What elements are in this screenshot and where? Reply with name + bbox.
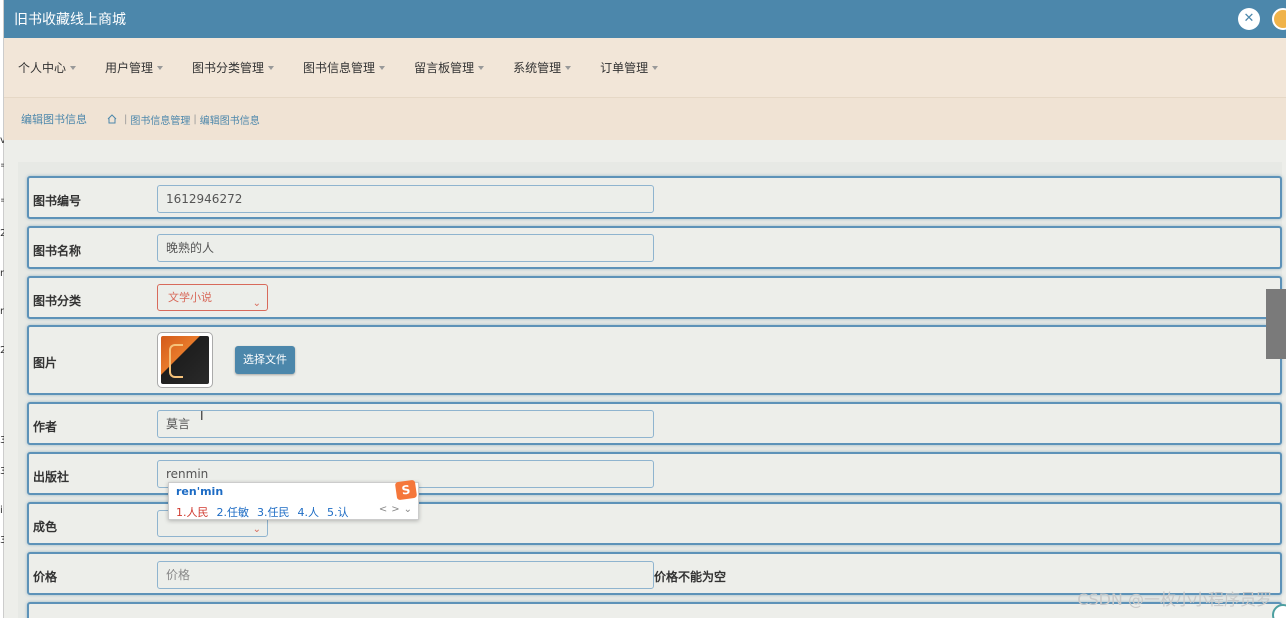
nav-label: 图书分类管理 [192,61,265,75]
form-row-book-id: 图书编号 1612946272 [27,176,1282,219]
chevron-down-icon [157,65,164,70]
field-label: 图片 [33,356,58,370]
ime-candidate[interactable]: 3.任民 [257,504,290,520]
chevron-down-icon [652,65,659,70]
form-row-author: 作者 莫言 [27,402,1282,445]
chevron-down-icon [70,65,77,70]
ime-candidates: 1.人民 2.任敏 3.任民 4.人 5.认 [176,504,357,520]
breadcrumb-separator: | [124,113,128,125]
choose-file-button[interactable]: 选择文件 [235,346,295,374]
breadcrumb-link[interactable]: 图书信息管理 [130,112,190,127]
nav-label: 用户管理 [105,61,154,75]
avatar[interactable] [1272,8,1286,30]
watermark: CSDN @一枚小小程序员罗 [1077,590,1272,609]
nav-system-management[interactable]: 系统管理 [513,59,572,76]
form-row-book-name: 图书名称 晚熟的人 [27,226,1282,269]
chevron-down-icon [565,65,572,70]
ime-composition: ren'min [176,485,224,498]
text-cursor-icon: I [200,409,204,423]
nav-book-management[interactable]: 图书信息管理 [303,59,386,76]
book-id-input[interactable]: 1612946272 [157,185,654,213]
field-label: 价格 [33,570,58,584]
chevron-down-icon [379,65,386,70]
breadcrumb-separator: | [193,113,197,125]
page-title: 编辑图书信息 [21,113,87,126]
nav-personal-center[interactable]: 个人中心 [18,59,77,76]
nav-user-management[interactable]: 用户管理 [105,59,164,76]
breadcrumb-path: | 图书信息管理 | 编辑图书信息 [107,112,260,127]
sogou-logo-icon: S [394,479,418,501]
app-title: 旧书收藏线上商城 [14,12,126,28]
category-select[interactable]: 文学小说 ⌄ [157,284,268,311]
home-icon[interactable] [107,114,117,124]
field-label: 作者 [33,420,58,434]
nav-label: 订单管理 [600,61,649,75]
ime-next-icon[interactable]: > [391,504,399,515]
nav-order-management[interactable]: 订单管理 [600,59,659,76]
ime-nav: < > ⌄ [375,504,412,515]
edit-form: 图书编号 1612946272 图书名称 晚熟的人 图书分类 文学小说 ⌄ 图片… [18,162,1282,618]
breadcrumb-current: 编辑图书信息 [199,115,260,127]
form-row-category: 图书分类 文学小说 ⌄ [27,276,1282,319]
price-input[interactable]: 价格 [157,561,654,589]
main-nav: 个人中心 用户管理 图书分类管理 图书信息管理 留言板管理 系统管理 订单管理 [4,38,1286,98]
book-cover-thumbnail [157,332,213,388]
close-icon[interactable]: ✕ [1238,8,1260,30]
price-error-message: 价格不能为空 [654,570,727,584]
category-selected: 文学小说 [168,291,212,304]
ime-candidate[interactable]: 2.任敏 [217,504,250,520]
field-label: 成色 [33,520,58,534]
ime-candidate[interactable]: 5.认 [327,504,349,520]
nav-label: 图书信息管理 [303,61,376,75]
chevron-down-icon [268,65,275,70]
chevron-down-icon: ⌄ [252,298,261,309]
author-input[interactable]: 莫言 [157,410,654,438]
nav-message-board[interactable]: 留言板管理 [414,59,485,76]
nav-category-management[interactable]: 图书分类管理 [192,59,275,76]
ime-prev-icon[interactable]: < [379,504,387,515]
chevron-down-icon [478,65,485,70]
field-label: 图书编号 [33,194,82,208]
form-row-image: 图片 选择文件 [27,325,1282,395]
background-window-edge: v== 2rr 233 i3 [0,0,4,618]
scrollbar-thumb[interactable] [1266,289,1286,359]
nav-label: 留言板管理 [414,61,475,75]
ime-candidate[interactable]: 1.人民 [176,504,209,520]
ime-candidate[interactable]: 4.人 [298,504,320,520]
nav-label: 系统管理 [513,61,562,75]
ime-candidate-popup: ren'min S 1.人民 2.任敏 3.任民 4.人 5.认 < > ⌄ [168,479,419,520]
chevron-down-icon: ⌄ [252,524,261,535]
field-label: 图书分类 [33,294,82,308]
book-cover-image [161,336,209,384]
title-bar: 旧书收藏线上商城 ✕ [4,0,1286,38]
book-name-input[interactable]: 晚熟的人 [157,234,654,262]
ime-expand-icon[interactable]: ⌄ [404,504,412,515]
field-label: 图书名称 [33,244,82,258]
field-label: 出版社 [33,470,70,484]
breadcrumb: 编辑图书信息 | 图书信息管理 | 编辑图书信息 [4,98,1286,140]
nav-label: 个人中心 [18,61,67,75]
